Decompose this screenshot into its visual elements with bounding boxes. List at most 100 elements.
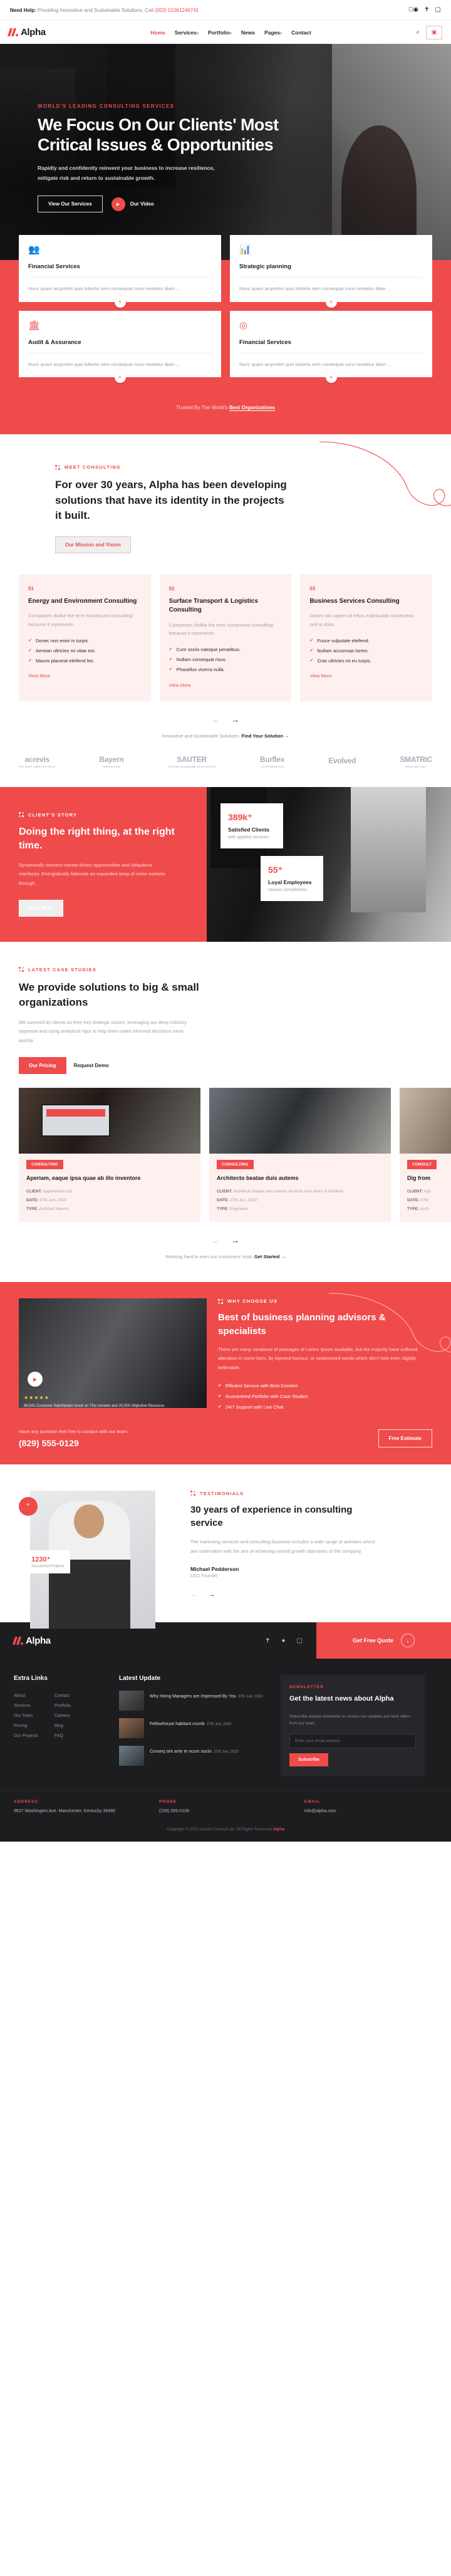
view-more-link[interactable]: View More <box>309 673 331 679</box>
dots-icon <box>190 1491 195 1496</box>
case-study-card[interactable]: CONSULTING Aperiam, eaque ipsa quae ab i… <box>19 1087 200 1223</box>
copyright: Copyright © 2022 Lincoln Consult Ltd. Al… <box>167 1827 284 1832</box>
carousel-note: Innovative and Sustainable Solutions. Fi… <box>162 733 289 739</box>
nav-item-services[interactable]: Services▾ <box>175 29 199 36</box>
update-item[interactable]: Conseq sint ante te ncum sociis 27th Jun… <box>119 1746 269 1766</box>
cta-phone[interactable]: (829) 555-0129 <box>19 1438 128 1448</box>
list-item: Fusce vulputate eleifend. <box>309 635 423 645</box>
video-player[interactable]: ▶ ★★★★★ 89,541 Customer Satisfaction res… <box>19 1298 207 1409</box>
footer-brand-name: Alpha <box>26 1635 51 1646</box>
update-date: 27th Jun, 2020 <box>206 1723 232 1727</box>
client-logos: acrevis Ihre Bank, näher bei Ihnen Bayern… <box>19 739 432 787</box>
footer-link[interactable]: Services <box>14 1701 38 1711</box>
footer-email: EMAIL info@alpha.com <box>304 1800 336 1814</box>
feature-card[interactable]: 01 Energy and Environment Consulting Com… <box>19 574 151 701</box>
carousel-next-icon[interactable]: → <box>231 715 239 724</box>
nav-item-portfolio[interactable]: Portfolio▾ <box>208 29 232 36</box>
feature-number: 01 <box>28 585 34 592</box>
carousel-next-icon[interactable]: → <box>231 1236 239 1245</box>
footer-link[interactable]: FAQ <box>54 1731 71 1741</box>
mission-vision-button[interactable]: Our Mission and Vision <box>55 536 131 553</box>
service-card[interactable]: 📊 Strategic planning Nunc quam arcpretim… <box>230 235 432 308</box>
author-name: Michael Pedderson <box>190 1566 239 1573</box>
twitter-icon[interactable]: ● <box>282 1637 286 1644</box>
phone-link[interactable]: (002) 01061246741 <box>155 8 199 13</box>
view-services-button[interactable]: View Our Services <box>38 196 103 213</box>
feature-list: Donec non enim in turpis. Aenean ultrici… <box>28 635 142 665</box>
facebook-icon[interactable]: ◉ <box>408 7 418 13</box>
twitter-icon[interactable]: ✝ <box>424 7 429 13</box>
footer-link[interactable]: Pricing <box>14 1721 38 1731</box>
newsletter-email-input[interactable] <box>289 1734 416 1749</box>
case-study-card[interactable]: CONSULTING Architecto beatae duis autems… <box>209 1087 391 1223</box>
nav-actions: ⌕ ▣ <box>416 25 442 39</box>
update-item[interactable]: Why Hiring Managers are Impressed By You… <box>119 1691 269 1711</box>
case-study-card[interactable]: CONSULT Dig from CLIENT: App DATE: 27th … <box>400 1087 451 1223</box>
stat-card: 389k⁺ Satisfied Clients with applied ser… <box>220 803 283 848</box>
carousel-prev-icon[interactable]: ← <box>212 715 220 724</box>
facebook-icon[interactable]: ✝ <box>265 1637 270 1644</box>
service-card[interactable]: 🏛 Audit & Assurance Nunc quam arcpretim … <box>19 310 221 383</box>
play-video-button[interactable]: ▶ Our Video <box>111 197 154 211</box>
stat-sub: various completions. <box>268 887 308 892</box>
nav-item-news[interactable]: News <box>241 29 255 36</box>
plus-icon[interactable]: + <box>325 372 337 383</box>
nav-item-home[interactable]: Home <box>150 29 165 36</box>
stat-sub: with applied services. <box>228 835 270 840</box>
pricing-button[interactable]: Our Pricing <box>19 1056 66 1074</box>
get-started-link[interactable]: Get Started → <box>254 1254 286 1259</box>
request-demo-link[interactable]: Request Demo <box>74 1063 109 1068</box>
carousel-next-icon[interactable]: → <box>208 1590 215 1598</box>
story-view-more-button[interactable]: View More <box>19 899 64 917</box>
play-icon[interactable]: ▶ <box>28 1372 43 1387</box>
footer-link[interactable]: Portfolio <box>54 1701 71 1711</box>
meet-title: For over 30 years, Alpha has been develo… <box>55 479 287 522</box>
brand-logo[interactable]: Alpha <box>7 27 46 38</box>
footer-link[interactable]: Contact <box>54 1691 71 1701</box>
footer-links-col-1: About Services Our Team Pricing Our Proj… <box>14 1691 38 1741</box>
feature-desc: Companies dislike the term 'turnaround c… <box>28 613 133 627</box>
newsletter-subscribe-button[interactable]: Subscribe <box>289 1753 328 1767</box>
instagram-icon[interactable]: ▢ <box>297 1637 303 1644</box>
footer-link[interactable]: Our Team <box>14 1711 38 1721</box>
case-studies-list: CONSULTING Aperiam, eaque ipsa quae ab i… <box>19 1087 451 1223</box>
free-estimate-button[interactable]: Free Estimate <box>378 1429 432 1447</box>
search-icon[interactable]: ⌕ <box>416 29 420 36</box>
newsletter-tag: NEWSLETTER <box>289 1685 324 1690</box>
footer-link[interactable]: About <box>14 1691 38 1701</box>
list-item: Guaranteed Portfolio with Case Studies <box>218 1391 432 1402</box>
solutions-title: We provide solutions to big & small orga… <box>19 981 199 1009</box>
download-icon[interactable]: ↓ <box>401 1634 415 1648</box>
get-quote-bar[interactable]: Get Free Quote ↓ <box>316 1622 451 1659</box>
footer-link[interactable]: Careers <box>54 1711 71 1721</box>
view-more-link[interactable]: View More <box>169 682 191 688</box>
nav-item-pages[interactable]: Pages▾ <box>264 29 282 36</box>
nav-item-contact[interactable]: Contact <box>291 29 311 36</box>
update-item[interactable]: Fellowhouse habitant crumb 27th Jun, 202… <box>119 1718 269 1739</box>
footer-logo[interactable]: Alpha <box>12 1635 51 1646</box>
footer-main: Extra Links About Services Our Team Pric… <box>0 1659 451 1790</box>
section-tag-label: TESTIMONIALS <box>200 1490 244 1496</box>
newsletter-title: Get the latest news about Alpha <box>289 1695 394 1703</box>
plus-icon[interactable]: + <box>325 296 337 308</box>
footer-link[interactable]: Our Projects <box>14 1731 38 1741</box>
instagram-icon[interactable]: ▢ <box>435 7 441 13</box>
feature-card[interactable]: 03 Business Services Consulting Donec ni… <box>300 574 432 701</box>
plus-icon[interactable]: + <box>114 296 126 308</box>
plus-icon[interactable]: + <box>114 372 126 383</box>
features-grid: 01 Energy and Environment Consulting Com… <box>19 574 432 701</box>
trusted-link[interactable]: Best Organizations <box>229 405 275 411</box>
get-quote-label: Get Free Quote <box>352 1637 393 1644</box>
service-card[interactable]: 👥 Financial Services Nunc quam arcpretim… <box>19 235 221 308</box>
need-help-label: Need Help: <box>10 7 36 13</box>
service-card[interactable]: ◎ Financial Services Nunc quam arcpretim… <box>230 310 432 383</box>
footer-contact-bar: ADDRESS 9627 Washington Ave. Manchester,… <box>0 1790 451 1827</box>
footer-link[interactable]: Blog <box>54 1721 71 1731</box>
cart-button[interactable]: ▣ <box>425 25 442 39</box>
find-solution-link[interactable]: Find Your Solution → <box>242 733 289 739</box>
carousel-prev-icon[interactable]: ← <box>212 1236 220 1245</box>
view-more-link[interactable]: View More <box>28 673 50 679</box>
feature-card[interactable]: 02 Surface Transport & Logistics Consult… <box>159 574 292 701</box>
feature-title: Surface Transport & Logistics Consulting <box>168 597 258 614</box>
carousel-prev-icon[interactable]: ← <box>190 1590 198 1598</box>
